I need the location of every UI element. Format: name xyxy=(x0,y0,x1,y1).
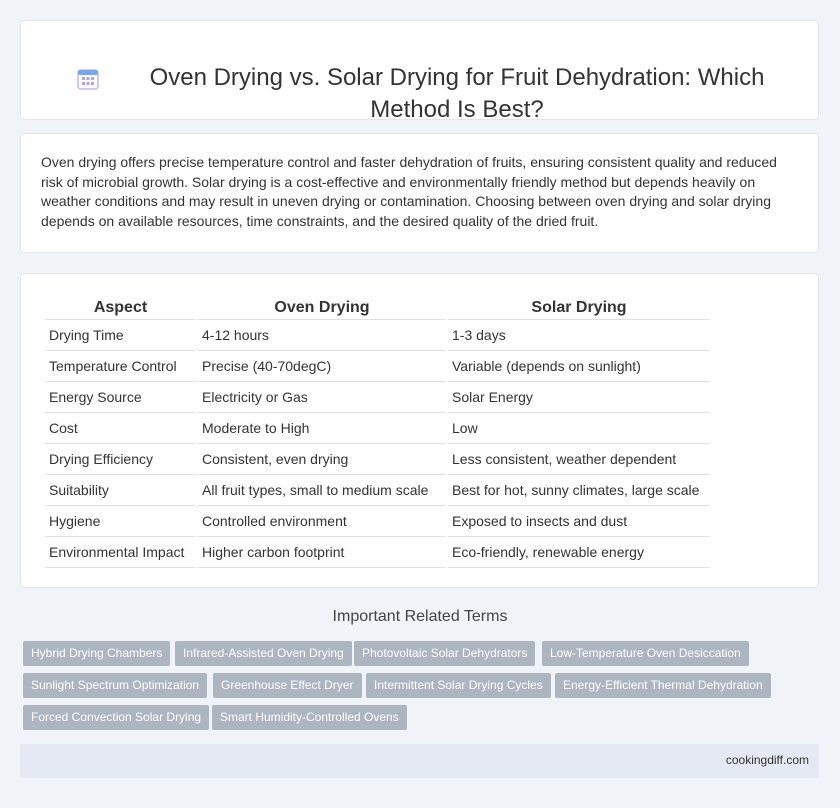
table-cell-aspect: Suitability xyxy=(45,475,196,506)
related-term-tag[interactable]: Smart Humidity-Controlled Ovens xyxy=(212,705,407,730)
table-cell-solar: Low xyxy=(448,413,710,444)
table-cell-aspect: Environmental Impact xyxy=(45,537,196,568)
table-cell-aspect: Energy Source xyxy=(45,382,196,413)
comparison-card: Aspect Oven Drying Solar Drying Drying T… xyxy=(20,273,819,588)
table-cell-oven: Consistent, even drying xyxy=(198,444,446,475)
calendar-grid-icon xyxy=(77,69,99,90)
table-cell-aspect: Drying Time xyxy=(45,320,196,351)
table-cell-aspect: Hygiene xyxy=(45,506,196,537)
table-row: Hygiene Controlled environment Exposed t… xyxy=(45,506,710,537)
title-card: Oven Drying vs. Solar Drying for Fruit D… xyxy=(20,20,819,123)
table-row: Suitability All fruit types, small to me… xyxy=(45,475,710,506)
comparison-table: Aspect Oven Drying Solar Drying Drying T… xyxy=(43,296,712,568)
table-cell-solar: Less consistent, weather dependent xyxy=(448,444,710,475)
table-cell-oven: Moderate to High xyxy=(198,413,446,444)
table-row: Environmental Impact Higher carbon footp… xyxy=(45,537,710,568)
table-cell-aspect: Temperature Control xyxy=(45,351,196,382)
table-cell-oven: Electricity or Gas xyxy=(198,382,446,413)
related-terms-heading: Important Related Terms xyxy=(332,608,508,625)
related-term-tag[interactable]: Energy-Efficient Thermal Dehydration xyxy=(555,673,771,698)
table-cell-solar: Solar Energy xyxy=(448,382,710,413)
related-term-tag[interactable]: Infrared-Assisted Oven Drying xyxy=(175,641,352,666)
related-term-tag[interactable]: Intermittent Solar Drying Cycles xyxy=(366,673,551,698)
table-row: Energy Source Electricity or Gas Solar E… xyxy=(45,382,710,413)
related-term-tag[interactable]: Hybrid Drying Chambers xyxy=(23,641,171,666)
table-row: Drying Time 4-12 hours 1-3 days xyxy=(45,320,710,351)
table-cell-oven: 4-12 hours xyxy=(198,320,446,351)
related-term-tag[interactable]: Photovoltaic Solar Dehydrators xyxy=(354,641,536,666)
table-cell-solar: Exposed to insects and dust xyxy=(448,506,710,537)
table-cell-solar: Variable (depends on sunlight) xyxy=(448,351,710,382)
table-cell-solar: Eco-friendly, renewable energy xyxy=(448,537,710,568)
table-row: Drying Efficiency Consistent, even dryin… xyxy=(45,444,710,475)
related-term-tag[interactable]: Greenhouse Effect Dryer xyxy=(213,673,362,698)
intro-paragraph: Oven drying offers precise temperature c… xyxy=(41,154,777,229)
page-title: Oven Drying vs. Solar Drying for Fruit D… xyxy=(149,64,765,123)
table-cell-aspect: Drying Efficiency xyxy=(45,444,196,475)
related-term-tag[interactable]: Low-Temperature Oven Desiccation xyxy=(542,641,749,666)
column-header-solar-drying: Solar Drying xyxy=(448,296,710,320)
table-row: Cost Moderate to High Low xyxy=(45,413,710,444)
table-row: Temperature Control Precise (40-70degC) … xyxy=(45,351,710,382)
table-cell-oven: All fruit types, small to medium scale xyxy=(198,475,446,506)
column-header-oven-drying: Oven Drying xyxy=(198,296,446,320)
related-term-tag[interactable]: Sunlight Spectrum Optimization xyxy=(23,673,208,698)
table-cell-solar: Best for hot, sunny climates, large scal… xyxy=(448,475,710,506)
related-term-tag[interactable]: Forced Convection Solar Drying xyxy=(23,705,210,730)
table-cell-oven: Controlled environment xyxy=(198,506,446,537)
intro-card: Oven drying offers precise temperature c… xyxy=(20,133,819,253)
table-header-row: Aspect Oven Drying Solar Drying xyxy=(45,296,710,320)
footer-site-link[interactable]: cookingdiff.com xyxy=(726,753,809,767)
table-cell-oven: Higher carbon footprint xyxy=(198,537,446,568)
footer: cookingdiff.com xyxy=(20,744,819,778)
table-cell-solar: 1-3 days xyxy=(448,320,710,351)
column-header-aspect: Aspect xyxy=(45,296,196,320)
table-cell-aspect: Cost xyxy=(45,413,196,444)
table-cell-oven: Precise (40-70degC) xyxy=(198,351,446,382)
